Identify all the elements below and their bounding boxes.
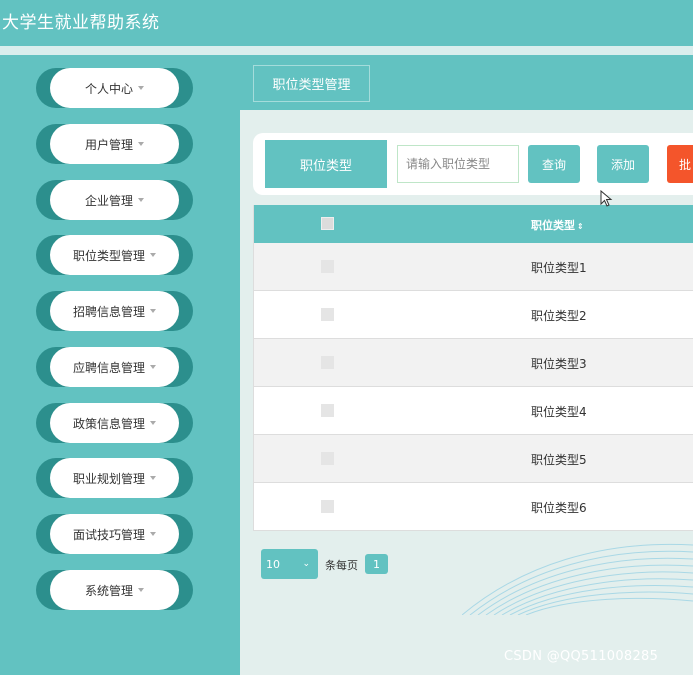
select-all-checkbox[interactable] [321,217,334,230]
sidebar-item-recruitment-management[interactable]: 招聘信息管理 [36,291,193,331]
main-content: 职位类型管理 职位类型 查询 添加 批 职位类型⇕ 职位类型1 职位类型2 [240,55,693,675]
table-header: 职位类型 ⇕ [254,205,693,243]
job-type-cell: 职位类型2 [531,309,587,323]
mouse-pointer-icon [600,190,613,207]
row-checkbox[interactable] [321,404,334,417]
caret-down-icon [150,421,156,425]
sidebar-item-label: 政策信息管理 [72,416,145,431]
sort-icon[interactable]: ⇕ [577,222,584,231]
table-row[interactable]: 职位类型2 [254,291,693,339]
row-checkbox[interactable] [321,356,334,369]
add-button[interactable]: 添加 [597,145,649,183]
sidebar-item-label: 系统管理 [84,583,133,598]
sidebar-item-policy-management[interactable]: 政策信息管理 [36,403,193,443]
page-button-1[interactable]: 1 [365,554,388,574]
sidebar-item-label: 应聘信息管理 [72,360,145,375]
row-checkbox[interactable] [321,500,334,513]
caret-down-icon [138,86,144,90]
caret-down-icon [150,476,156,480]
table-row[interactable]: 职位类型5 [254,435,693,483]
sidebar-item-label: 个人中心 [84,81,133,96]
sidebar-item-label: 职业规划管理 [72,471,145,486]
column-header-job-type[interactable]: 职位类型 ⇕ [531,217,584,233]
job-type-cell: 职位类型6 [531,501,587,515]
search-panel: 职位类型 查询 添加 批 [253,133,693,195]
sidebar-item-career-plan-management[interactable]: 职业规划管理 [36,458,193,498]
sidebar-item-label: 企业管理 [84,193,133,208]
caret-down-icon [138,142,144,146]
breadcrumb-current[interactable]: 职位类型管理 [253,65,370,102]
sidebar-item-label: 招聘信息管理 [72,304,145,319]
sidebar-item-label: 面试技巧管理 [72,527,145,542]
sidebar-item-user-management[interactable]: 用户管理 [36,124,193,164]
top-header: 大学生就业帮助系统 [0,0,693,46]
caret-down-icon [150,532,156,536]
row-checkbox[interactable] [321,452,334,465]
table-row[interactable]: 职位类型3 [254,339,693,387]
row-checkbox[interactable] [321,260,334,273]
sidebar: 个人中心 用户管理 企业管理 职位类型管理 招聘信息管理 应聘信息管理 政策信息… [0,55,240,675]
job-type-cell: 职位类型1 [531,261,587,275]
job-type-table: 职位类型 ⇕ 职位类型1 职位类型2 职位类型3 职位类型4 职位类型5 职位类型… [253,205,693,531]
caret-down-icon [138,588,144,592]
page-size-select[interactable]: 10 ⌄ [261,549,318,579]
sidebar-item-company-management[interactable]: 企业管理 [36,180,193,220]
table-row[interactable]: 职位类型4 [254,387,693,435]
job-type-search-input[interactable] [397,145,519,183]
sidebar-item-personal-center[interactable]: 个人中心 [36,68,193,108]
chevron-down-icon: ⌄ [302,559,310,569]
job-type-cell: 职位类型5 [531,453,587,467]
table-row[interactable]: 职位类型1 [254,243,693,291]
table-row[interactable]: 职位类型6 [254,483,693,531]
batch-delete-button[interactable]: 批 [667,145,693,183]
watermark: CSDN @QQ511008285 [504,649,659,664]
decorative-waves [462,543,693,615]
caret-down-icon [138,198,144,202]
search-label: 职位类型 [265,140,387,188]
header-divider [0,46,693,55]
page-size-value: 10 [266,557,280,571]
job-type-cell: 职位类型4 [531,405,587,419]
sidebar-item-system-management[interactable]: 系统管理 [36,570,193,610]
sidebar-item-label: 用户管理 [84,137,133,152]
sidebar-item-interview-tips-management[interactable]: 面试技巧管理 [36,514,193,554]
caret-down-icon [150,253,156,257]
caret-down-icon [150,365,156,369]
sidebar-item-job-type-management[interactable]: 职位类型管理 [36,235,193,275]
row-checkbox[interactable] [321,308,334,321]
job-type-cell: 职位类型3 [531,357,587,371]
sidebar-item-label: 职位类型管理 [72,248,145,263]
caret-down-icon [150,309,156,313]
breadcrumb-bar: 职位类型管理 [240,55,693,110]
app-title: 大学生就业帮助系统 [2,13,160,33]
query-button[interactable]: 查询 [528,145,580,183]
per-page-label: 条每页 [325,559,358,572]
sidebar-item-application-management[interactable]: 应聘信息管理 [36,347,193,387]
